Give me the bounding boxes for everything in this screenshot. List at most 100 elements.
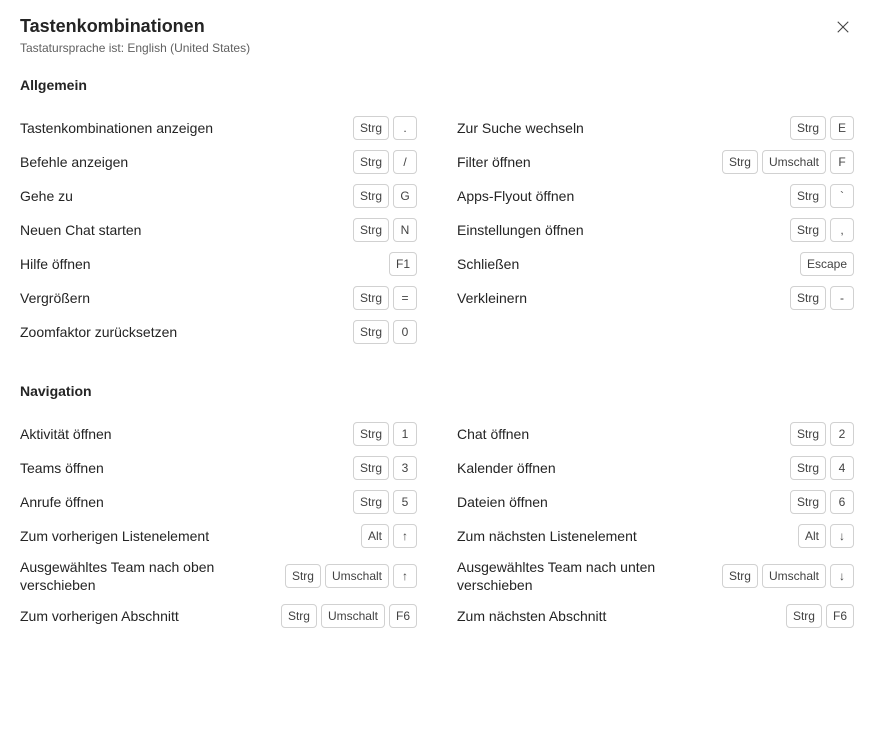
shortcut-keys: StrgUmschaltF6 [281, 604, 417, 628]
key-cap[interactable]: Strg [790, 286, 826, 310]
key-cap[interactable]: 5 [393, 490, 417, 514]
shortcut-grid: Aktivität öffnenStrg1Chat öffnenStrg2Tea… [20, 417, 854, 633]
key-cap[interactable]: Umschalt [321, 604, 385, 628]
shortcut-keys: Escape [800, 252, 854, 276]
shortcut-row: Aktivität öffnenStrg1 [20, 417, 417, 451]
shortcut-label: Zoomfaktor zurücksetzen [20, 323, 177, 341]
key-cap[interactable]: Strg [353, 150, 389, 174]
shortcut-label: Schließen [457, 255, 519, 273]
shortcut-row: Befehle anzeigenStrg/ [20, 145, 417, 179]
key-cap[interactable]: Strg [353, 456, 389, 480]
key-cap[interactable]: 2 [830, 422, 854, 446]
key-cap[interactable]: Strg [722, 150, 758, 174]
shortcut-label: Zur Suche wechseln [457, 119, 584, 137]
key-cap[interactable]: G [393, 184, 417, 208]
shortcut-row: Schließen Escape [457, 247, 854, 281]
key-cap[interactable]: Strg [790, 218, 826, 242]
key-cap[interactable]: 3 [393, 456, 417, 480]
shortcut-label: Zum nächsten Abschnitt [457, 607, 606, 625]
key-cap[interactable]: = [393, 286, 417, 310]
key-cap[interactable]: Strg [790, 456, 826, 480]
key-cap[interactable]: ` [830, 184, 854, 208]
shortcut-row: Anrufe öffnenStrg5 [20, 485, 417, 519]
key-cap[interactable]: Strg [281, 604, 317, 628]
key-cap[interactable]: Strg [285, 564, 321, 588]
shortcut-label: Filter öffnen [457, 153, 531, 171]
key-cap[interactable]: Strg [353, 286, 389, 310]
key-cap[interactable]: - [830, 286, 854, 310]
shortcut-keys: StrgG [353, 184, 417, 208]
shortcut-row: Tastenkombinationen anzeigenStrg. [20, 111, 417, 145]
key-cap[interactable]: Strg [790, 116, 826, 140]
shortcut-keys: Strg0 [353, 320, 417, 344]
shortcut-keys: Strg4 [790, 456, 854, 480]
key-cap[interactable]: F6 [826, 604, 854, 628]
shortcut-keys: Strg3 [353, 456, 417, 480]
shortcut-keys: Alt↓ [798, 524, 854, 548]
shortcut-row: Zum nächsten ListenelementAlt↓ [457, 519, 854, 553]
key-cap[interactable]: Strg [353, 490, 389, 514]
shortcut-row: Dateien öffnen Strg6 [457, 485, 854, 519]
shortcut-row: Ausgewähltes Team nach oben verschieben S… [20, 553, 417, 599]
key-cap[interactable]: F [830, 150, 854, 174]
key-cap[interactable]: Strg [722, 564, 758, 588]
shortcut-label: Dateien öffnen [457, 493, 548, 511]
key-cap[interactable]: ↓ [830, 564, 854, 588]
key-cap[interactable]: . [393, 116, 417, 140]
key-cap[interactable]: Strg [353, 320, 389, 344]
shortcut-row: Kalender öffnen Strg4 [457, 451, 854, 485]
key-cap[interactable]: / [393, 150, 417, 174]
shortcut-keys: Strg= [353, 286, 417, 310]
key-cap[interactable]: Alt [798, 524, 826, 548]
section: NavigationAktivität öffnenStrg1Chat öffn… [20, 383, 854, 633]
shortcut-keys: Strg6 [790, 490, 854, 514]
key-cap[interactable]: ↑ [393, 524, 417, 548]
key-cap[interactable]: Strg [790, 490, 826, 514]
shortcut-row: Filter öffnen StrgUmschaltF [457, 145, 854, 179]
key-cap[interactable]: E [830, 116, 854, 140]
key-cap[interactable]: Strg [790, 184, 826, 208]
key-cap[interactable]: ↓ [830, 524, 854, 548]
shortcut-keys: StrgUmschalt↓ [722, 564, 854, 588]
shortcut-row: VerkleinernStrg- [457, 281, 854, 315]
key-cap[interactable]: Umschalt [762, 564, 826, 588]
shortcut-label: Kalender öffnen [457, 459, 556, 477]
key-cap[interactable]: 4 [830, 456, 854, 480]
key-cap[interactable]: Strg [353, 422, 389, 446]
shortcut-label: Teams öffnen [20, 459, 104, 477]
key-cap[interactable]: Strg [786, 604, 822, 628]
shortcut-row: Zum vorherigen ListenelementAlt↑ [20, 519, 417, 553]
dialog-title: Tastenkombinationen [20, 16, 205, 37]
key-cap[interactable]: F1 [389, 252, 417, 276]
key-cap[interactable]: F6 [389, 604, 417, 628]
key-cap[interactable]: Strg [353, 184, 389, 208]
key-cap[interactable]: 1 [393, 422, 417, 446]
shortcut-row: Chat öffnen Strg2 [457, 417, 854, 451]
key-cap[interactable]: Umschalt [325, 564, 389, 588]
close-button[interactable] [832, 16, 854, 40]
key-cap[interactable]: N [393, 218, 417, 242]
key-cap[interactable]: 0 [393, 320, 417, 344]
key-cap[interactable]: 6 [830, 490, 854, 514]
shortcut-keys: Alt↑ [361, 524, 417, 548]
key-cap[interactable]: , [830, 218, 854, 242]
key-cap[interactable]: Strg [353, 116, 389, 140]
shortcut-label: Neuen Chat starten [20, 221, 141, 239]
shortcut-keys: Strg/ [353, 150, 417, 174]
key-cap[interactable]: Alt [361, 524, 389, 548]
shortcut-row: Teams öffnen Strg3 [20, 451, 417, 485]
key-cap[interactable]: Umschalt [762, 150, 826, 174]
shortcut-keys: Strg1 [353, 422, 417, 446]
key-cap[interactable]: Escape [800, 252, 854, 276]
shortcut-label: Ausgewähltes Team nach oben verschieben [20, 558, 273, 594]
key-cap[interactable]: Strg [790, 422, 826, 446]
shortcut-label: Chat öffnen [457, 425, 529, 443]
shortcut-keys: StrgN [353, 218, 417, 242]
shortcut-row: Einstellungen öffnenStrg, [457, 213, 854, 247]
shortcut-label: Ausgewähltes Team nach unten verschieben [457, 558, 710, 594]
section: AllgemeinTastenkombinationen anzeigenStr… [20, 77, 854, 349]
shortcut-label: Zum vorherigen Abschnitt [20, 607, 179, 625]
shortcut-row: Neuen Chat starten StrgN [20, 213, 417, 247]
key-cap[interactable]: Strg [353, 218, 389, 242]
key-cap[interactable]: ↑ [393, 564, 417, 588]
